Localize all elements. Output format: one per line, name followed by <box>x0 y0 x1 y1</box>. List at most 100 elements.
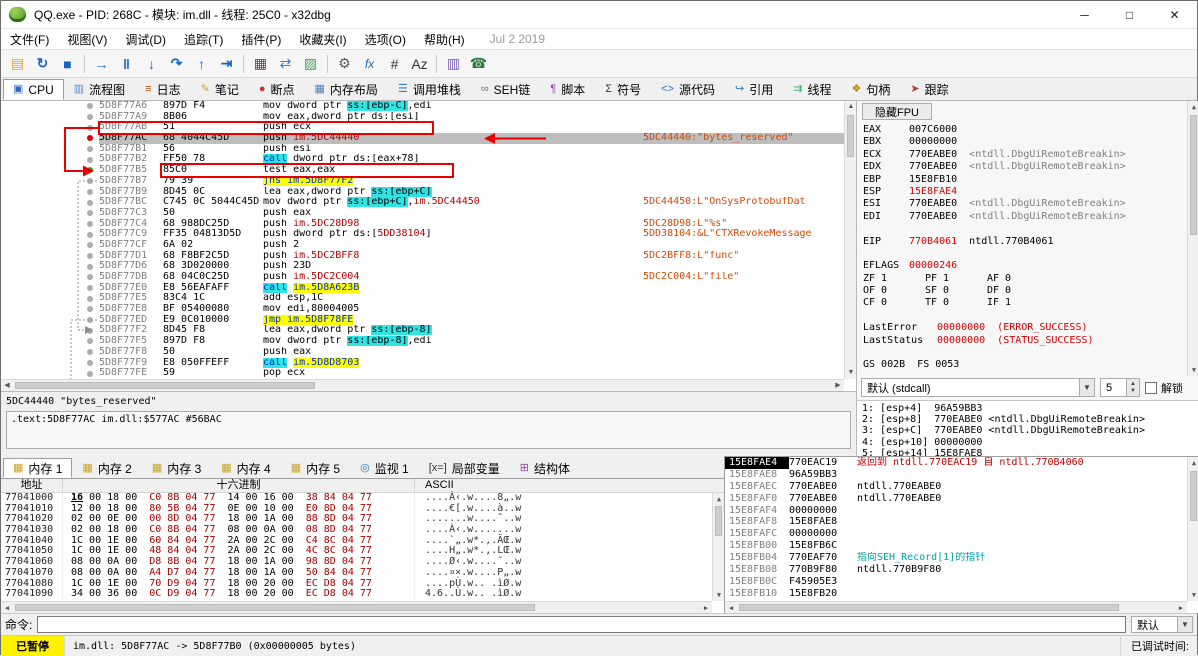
breakpoint-dot[interactable] <box>87 135 93 142</box>
tab-handles[interactable]: ❖ 句柄 <box>841 79 900 100</box>
scroll-right-icon[interactable]: ▶ <box>700 602 712 613</box>
register-row[interactable]: LastStatus 00000000 (STATUS_SUCCESS) <box>863 335 1185 347</box>
disasm-row[interactable]: 5D8F77B1 56 push esi <box>1 144 844 155</box>
tab-mem4[interactable]: ▦ 内存 4 <box>211 458 280 478</box>
disasm-row[interactable]: 5D8F77E8 BF 05400080 mov edi,80004005 <box>1 304 844 315</box>
tab-cpu[interactable]: ▣ CPU <box>3 79 64 100</box>
scroll-down-icon[interactable]: ▼ <box>713 589 724 601</box>
disassembly-panel[interactable]: 5D8F77A6 897D F4 mov dword ptr ss:[ebp-C],… <box>1 101 856 391</box>
stack-panel[interactable]: 15E8FAE4 770EAC19 返回到 ntdll.770EAC19 自 ntd… <box>724 456 1198 613</box>
disasm-row[interactable]: 5D8F77F5 897D F8 mov dword ptr ss:[ebp-8],… <box>1 336 844 347</box>
disasm-row[interactable]: 5D8F77F8 50 push eax <box>1 347 844 358</box>
breakpoint-dot[interactable] <box>87 103 93 110</box>
disasm-row[interactable]: 5D8F77DB 68 04C0C25D push im.5DC2C004 5DC2C… <box>1 272 844 283</box>
flag-pf[interactable]: PF 1 <box>925 273 987 285</box>
breakpoint-dot[interactable] <box>87 156 93 163</box>
sync-icon[interactable]: ⇄ <box>273 52 298 76</box>
stack-row[interactable]: 15E8FAE8 96A59BB3 <box>725 469 1198 481</box>
disasm-row[interactable]: 5D8F77CF 6A 02 push 2 <box>1 240 844 251</box>
stack-row[interactable]: 15E8FAF8 15E8FAE8 <box>725 516 1198 528</box>
unlock-checkbox[interactable]: 解锁 <box>1145 380 1183 396</box>
run-to-user-icon[interactable]: ⇥ <box>214 52 239 76</box>
breakpoint-dot[interactable] <box>87 285 93 292</box>
disasm-row[interactable]: 5D8F77ED E9 0C010000 jmp im.5D8F78FE <box>1 314 844 326</box>
scroll-right-icon[interactable]: ▶ <box>832 380 844 391</box>
register-row[interactable]: ESI 770EABE0 <ntdll.DbgUiRemoteBreakin> <box>863 198 1185 210</box>
disasm-row[interactable]: 5D8F77F2 8D45 F8 lea eax,dword ptr ss:[ebp… <box>1 325 844 336</box>
stack-row[interactable]: 15E8FB10 15E8FB20 <box>725 588 1198 600</box>
disasm-row[interactable]: 5D8F77AB 51 push ecx <box>1 122 844 133</box>
hash-icon[interactable]: # <box>382 52 407 76</box>
tab-references[interactable]: ↪ 引用 <box>725 79 783 100</box>
stack-row[interactable]: 15E8FAFC 00000000 <box>725 528 1198 540</box>
tab-notes[interactable]: ✎ 笔记 <box>191 79 249 100</box>
stack-row[interactable]: 15E8FAEC 770EABE0 ntdll.770EABE0 <box>725 481 1198 493</box>
breakpoint-dot[interactable] <box>87 349 93 356</box>
flag-cf[interactable]: CF 0 <box>863 297 925 309</box>
tab-seh[interactable]: ∞ SEH链 <box>471 79 541 100</box>
register-row[interactable]: EAX 007C6000 <box>863 124 1185 136</box>
breakpoint-dot[interactable] <box>87 178 93 185</box>
tab-mem5[interactable]: ▦ 内存 5 <box>281 458 350 478</box>
stack-row[interactable]: 15E8FB08 770B9F80 ntdll.770B9F80 <box>725 564 1198 576</box>
hide-fpu-button[interactable]: 隐藏FPU <box>862 103 932 120</box>
argument-row[interactable]: 4: [esp+10] 00000000 <box>862 437 1194 448</box>
breakpoint-dot[interactable] <box>87 231 93 238</box>
command-input[interactable] <box>37 616 1126 633</box>
breakpoint-dot[interactable] <box>87 274 93 281</box>
checkbox-box[interactable] <box>1145 381 1157 394</box>
calling-convention-select[interactable]: 默认 (stdcall) ▼ <box>861 378 1095 397</box>
fx-icon[interactable]: fx <box>357 52 382 76</box>
dump-row[interactable]: 77041090 34 00 36 00 0C D9 04 77 18 00 20 0… <box>1 588 724 600</box>
argument-row[interactable]: 3: [esp+C] 770EABE0 <ntdll.DbgUiRemoteBr… <box>862 425 1194 436</box>
tab-breakpoints[interactable]: ● 断点 <box>249 79 305 100</box>
breakpoint-dot[interactable] <box>87 146 93 153</box>
tab-mem1[interactable]: ▦ 内存 1 <box>3 458 73 478</box>
call-arguments[interactable]: 1: [esp+4] 96A59BB3 2: [esp+8] 770EABE0 <… <box>857 400 1198 459</box>
breakpoint-dot[interactable] <box>87 306 93 313</box>
breakpoint-dot[interactable] <box>87 295 93 302</box>
scroll-left-icon[interactable]: ◀ <box>725 602 737 613</box>
breakpoint-dot[interactable] <box>87 124 93 131</box>
tab-graph[interactable]: ▥ 流程图 <box>64 79 135 100</box>
breakpoint-dot[interactable] <box>87 199 93 206</box>
breakpoint-dot[interactable] <box>87 317 93 324</box>
menu-options[interactable]: 选项(O) <box>356 29 415 49</box>
breakpoint-dot[interactable] <box>87 220 93 227</box>
restart-icon[interactable]: ↻ <box>30 52 55 76</box>
argument-row[interactable]: 2: [esp+8] 770EABE0 <ntdll.DbgUiRemoteBr… <box>862 414 1194 425</box>
run-icon[interactable]: → <box>89 52 114 76</box>
disasm-row[interactable]: 5D8F77B9 8D45 0C lea eax,dword ptr ss:[ebp… <box>1 186 844 198</box>
flag-tf[interactable]: TF 0 <box>925 297 987 309</box>
registers-panel[interactable]: 隐藏FPU EAX 007C6000 EBX 00000000 ECX 770EABE0 <… <box>856 101 1198 459</box>
breakpoint-dot[interactable] <box>87 114 93 121</box>
disasm-row[interactable]: 5D8F77E5 83C4 1C add esp,1C <box>1 293 844 304</box>
tab-mem2[interactable]: ▦ 内存 2 <box>72 458 141 478</box>
scroll-up-icon[interactable]: ▲ <box>713 493 724 505</box>
tab-threads[interactable]: ⇉ 线程 <box>783 79 841 100</box>
command-profile-select[interactable]: 默认 ▼ <box>1131 616 1193 633</box>
minimize-button[interactable]: ─ <box>1062 1 1107 28</box>
menu-trace[interactable]: 追踪(T) <box>175 29 232 49</box>
flag-df[interactable]: DF 0 <box>987 285 1049 297</box>
flag-of[interactable]: OF 0 <box>863 285 925 297</box>
menu-favourites[interactable]: 收藏夹(I) <box>290 29 355 49</box>
flag-if[interactable]: IF 1 <box>987 297 1049 309</box>
flag-af[interactable]: AF 0 <box>987 273 1049 285</box>
tab-log[interactable]: ≡ 日志 <box>135 79 190 100</box>
stack-vertical-scrollbar[interactable]: ▲ ▼ <box>1187 457 1198 601</box>
close-button[interactable]: ✕ <box>1152 1 1197 28</box>
disasm-row[interactable]: 5D8F77D1 68 F8BF2C5D push im.5DC2BFF8 5DC2B… <box>1 251 844 262</box>
settings-icon[interactable]: ⚙ <box>332 52 357 76</box>
breakpoint-dot[interactable] <box>87 167 93 174</box>
tab-memory-map[interactable]: ▦ 内存布局 <box>305 79 388 100</box>
registers-scrollbar[interactable]: ▲ ▼ <box>1187 101 1198 376</box>
disasm-row[interactable]: 5D8F77FE 59 pop ecx <box>1 368 844 379</box>
disasm-row[interactable]: 5D8F77B7 79 39 jns im.5D8F77F2 <box>1 175 844 187</box>
disasm-row[interactable]: 5D8F77F9 E8 050FFEFF call im.5D8D8703 <box>1 357 844 369</box>
stack-horizontal-scrollbar[interactable]: ◀ ▶ <box>725 601 1187 613</box>
scroll-down-icon[interactable]: ▼ <box>845 367 856 379</box>
stack-row[interactable]: 15E8FAF0 770EABE0 ntdll.770EABE0 <box>725 493 1198 505</box>
disasm-row[interactable]: 5D8F77AC 68 4044C45D push im.5DC44440 5DC44… <box>1 133 844 144</box>
step-out-icon[interactable]: ↑ <box>189 52 214 76</box>
